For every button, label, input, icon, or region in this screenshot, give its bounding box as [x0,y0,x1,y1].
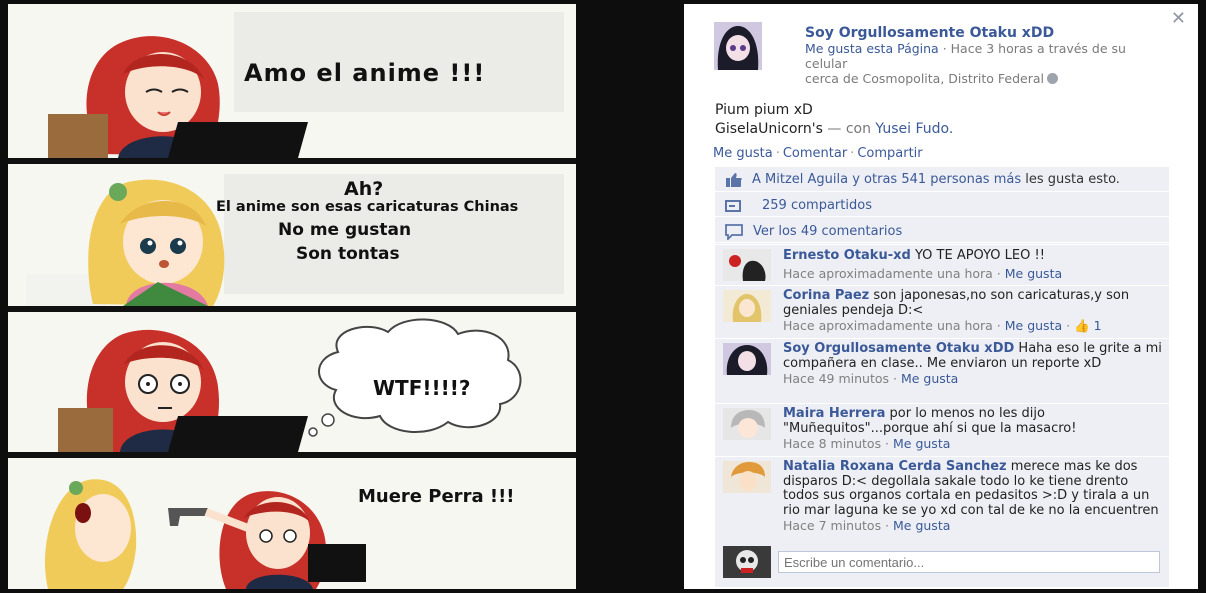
view-comments-link[interactable]: Ver los 49 comentarios [753,224,902,239]
panel-2-line-2: El anime son esas caricaturas Chinas [216,199,519,215]
comment-icon [725,224,743,240]
view-comments-row: Ver los 49 comentarios [715,218,1169,243]
feedback-box: A Mitzel Aguila y otras 541 personas más… [715,167,1169,587]
post-actions: Me gusta · Comentar · Compartir [713,146,923,161]
comment: Maira Herrera por lo menos no les dijo "… [715,403,1169,455]
comic-panel-4: Muere Perra !!! [8,458,576,589]
comment-button[interactable]: Comentar [783,146,847,161]
comment-author[interactable]: Maira Herrera [783,406,885,421]
commenter-avatar[interactable] [723,249,771,281]
comment-likes-count[interactable]: 👍 1 [1074,318,1102,333]
comment: Soy Orgullosamente Otaku xDD Haha eso le… [715,338,1169,402]
comic-panel-2: Ah? El anime son esas caricaturas Chinas… [8,164,576,306]
comment: Natalia Roxana Cerda Sanchez merece mas … [715,456,1169,542]
facebook-post: ✕ Soy Orgullosamente Otaku xDD Me gusta … [684,4,1198,589]
panel-2-line-3: No me gustan [278,220,412,240]
comment-time: Hace aproximadamente una hora [783,318,993,333]
panel-1-caption: Amo el anime !!! [244,59,486,87]
like-page-link[interactable]: Me gusta esta Página [805,41,939,56]
like-button[interactable]: Me gusta [713,146,773,161]
panel-4-caption: Muere Perra !!! [358,486,515,507]
thumbs-up-icon [726,173,742,187]
commenter-avatar[interactable] [723,290,771,322]
comment-text: YO TE APOYO LEO !! [910,248,1045,263]
comic-panel-1: Amo el anime !!! [8,4,576,158]
comment-like-link[interactable]: Me gusta [893,436,950,451]
post-author-tag: GiselaUnicorn's [715,121,823,137]
current-user-avatar [723,546,771,578]
globe-icon [1047,73,1059,84]
likes-summary: A Mitzel Aguila y otras 541 personas más… [715,167,1169,192]
comment-time: Hace 7 minutos [783,518,882,533]
comment: Corina Paez son japonesas,no son caricat… [715,285,1169,337]
comment-time: Hace 8 minutos [783,436,882,451]
post-message-line: Pium pium xD [715,102,813,118]
comment-like-link[interactable]: Me gusta [1005,266,1062,281]
page-avatar[interactable] [714,22,762,70]
comment-like-link[interactable]: Me gusta [893,518,950,533]
share-icon [725,200,741,212]
comment-time: Hace aproximadamente una hora [783,265,993,281]
comment-author[interactable]: Soy Orgullosamente Otaku xDD [783,341,1014,356]
shares-link[interactable]: 259 compartidos [762,198,872,213]
comment-like-link[interactable]: Me gusta [901,371,958,386]
small-thumbs-up-icon: 👍 [1074,318,1090,333]
comment-author[interactable]: Corina Paez [783,288,869,303]
page-name-link[interactable]: Soy Orgullosamente Otaku xDD [805,25,1054,41]
comic-panel-3-art [58,318,522,452]
likes-link[interactable]: A Mitzel Aguila y otras 541 personas más [752,172,1021,187]
comic-image: Amo el anime !!! Ah? El anime son esas c… [8,4,576,589]
panel-3-bubble-text: WTF!!!!? [373,376,471,400]
commenter-avatar[interactable] [723,408,771,440]
share-button[interactable]: Compartir [857,146,922,161]
post-message: Pium pium xD GiselaUnicorn's — con Yusei… [715,102,954,137]
comment-input[interactable] [778,551,1160,573]
commenter-avatar[interactable] [723,461,771,493]
comment-time: Hace 49 minutos [783,371,890,386]
comment-author[interactable]: Natalia Roxana Cerda Sanchez [783,459,1007,474]
comment: Ernesto Otaku-xd YO TE APOYO LEO !! Hace… [715,244,1169,284]
commenter-avatar[interactable] [723,343,771,375]
panel-2-line-4: Son tontas [296,244,400,264]
comment-like-link[interactable]: Me gusta [1005,318,1062,333]
shares-summary: 259 compartidos [715,193,1169,217]
tagged-user-link[interactable]: Yusei Fudo. [875,121,953,137]
post-meta: Me gusta esta Página · Hace 3 horas a tr… [805,41,1165,86]
comic-panel-4-art [44,479,366,589]
comic-panel-3: WTF!!!!? [8,312,576,452]
post-location: cerca de Cosmopolita, Distrito Federal [805,71,1045,86]
panel-2-line-1: Ah? [344,178,384,200]
comment-author[interactable]: Ernesto Otaku-xd [783,248,911,263]
close-icon[interactable]: ✕ [1171,8,1186,29]
